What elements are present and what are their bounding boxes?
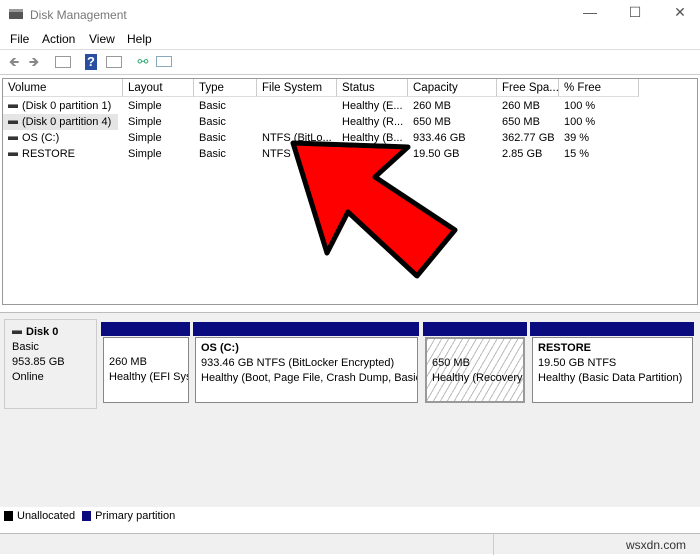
partition-name: RESTORE — [538, 342, 591, 354]
partition-size: 19.50 GB NTFS — [538, 357, 617, 369]
disk-type: Basic — [12, 341, 39, 353]
partition-status: Healthy (Recovery — [432, 372, 523, 384]
disk-icon — [12, 330, 22, 335]
partition-efi[interactable]: 260 MB Healthy (EFI Sys — [103, 337, 189, 403]
legend-unallocated: Unallocated — [17, 510, 76, 522]
status-bar: wsxdn.com — [0, 533, 700, 555]
partition-bar — [423, 322, 527, 336]
partition-size: 933.46 GB NTFS (BitLocker Encrypted) — [201, 357, 395, 369]
partition-recovery[interactable]: 650 MB Healthy (Recovery — [425, 337, 525, 403]
legend-primary-partition: Primary partition — [95, 510, 176, 522]
legend: Unallocated Primary partition — [4, 510, 696, 530]
partition-size: 260 MB — [109, 356, 147, 368]
disk-label[interactable]: Disk 0 Basic 953.85 GB Online — [4, 319, 97, 409]
partition-status: Healthy (EFI Sys — [109, 371, 189, 383]
unallocated-swatch — [4, 511, 13, 522]
disk-name: Disk 0 — [26, 326, 59, 338]
partition-bar — [101, 322, 190, 336]
partition-bar — [530, 322, 694, 336]
partition-restore[interactable]: RESTORE 19.50 GB NTFS Healthy (Basic Dat… — [532, 337, 693, 403]
primary-partition-swatch — [82, 511, 92, 522]
disk-graphical-view: Disk 0 Basic 953.85 GB Online 260 MB Hea… — [0, 312, 700, 507]
partition-os-c[interactable]: OS (C:) 933.46 GB NTFS (BitLocker Encryp… — [195, 337, 418, 403]
partition-status: Healthy (Basic Data Partition) — [538, 372, 683, 384]
disk-state: Online — [12, 371, 44, 383]
partition-size: 650 MB — [432, 357, 470, 369]
watermark: wsxdn.com — [626, 538, 687, 552]
partition-status: Healthy (Boot, Page File, Crash Dump, Ba… — [201, 372, 418, 384]
partition-bar — [193, 322, 419, 336]
status-divider — [493, 534, 494, 555]
disk-size: 953.85 GB — [12, 356, 65, 368]
partition-name: OS (C:) — [201, 342, 239, 354]
red-arrow — [290, 140, 458, 279]
